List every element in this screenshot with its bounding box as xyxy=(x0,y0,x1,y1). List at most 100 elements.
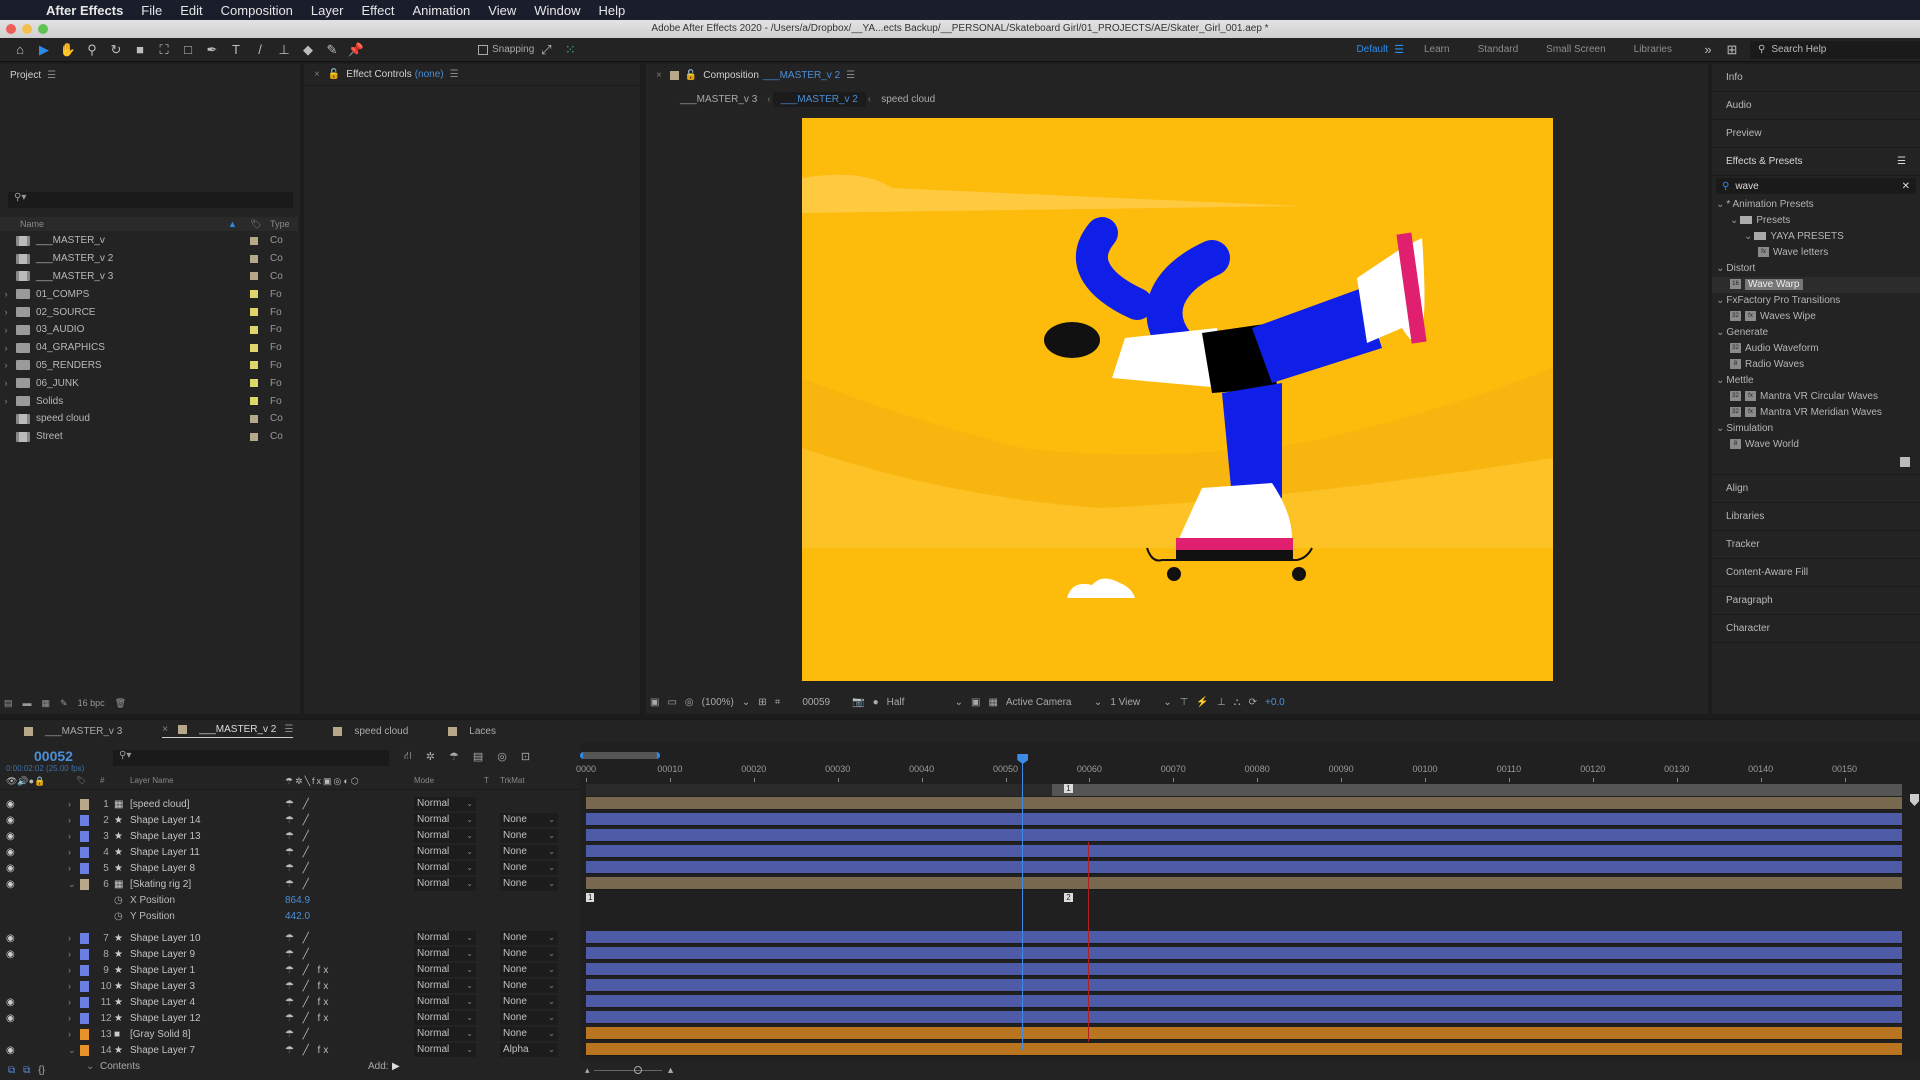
project-item[interactable]: › Solids Fo xyxy=(0,392,298,410)
toggle-transparency-icon[interactable]: ▣ xyxy=(971,697,980,708)
effects-presets-title[interactable]: Effects & Presets xyxy=(1726,148,1803,175)
workspace-small-screen[interactable]: Small Screen xyxy=(1546,44,1605,55)
layer-duration-bar[interactable] xyxy=(586,877,1902,890)
menu-help[interactable]: Help xyxy=(598,3,625,18)
label-color-swatch[interactable] xyxy=(250,361,258,370)
layer-label-swatch[interactable] xyxy=(80,1012,89,1024)
layer-duration-bar[interactable] xyxy=(586,845,1902,858)
track-matte-dropdown[interactable]: None ⌄ xyxy=(500,1027,558,1041)
expand-arrow-icon[interactable]: › xyxy=(0,343,12,353)
layer-row[interactable]: › 9 ★ Shape Layer 1 ☂ ╱ fx Normal ⌄ None ⌄ xyxy=(0,962,580,978)
motion-blur-icon[interactable]: ◎ xyxy=(497,750,507,764)
track-matte-dropdown[interactable]: None ⌄ xyxy=(500,1011,558,1025)
always-preview-icon[interactable]: ▣ xyxy=(650,697,659,708)
layer-name[interactable]: Shape Layer 13 xyxy=(130,831,201,842)
layer-name[interactable]: [Skating rig 2] xyxy=(130,879,191,890)
current-time-display[interactable]: 00052 0:00:02:02 (25.00 fps) xyxy=(6,748,84,773)
layer-name[interactable]: Shape Layer 7 xyxy=(130,1045,195,1056)
layer-duration-bar[interactable] xyxy=(586,1011,1902,1024)
track-matte-dropdown[interactable]: None ⌄ xyxy=(500,829,558,843)
project-item[interactable]: ___MASTER_v 3 Co xyxy=(0,268,298,286)
fast-previews-icon[interactable]: ⚡ xyxy=(1196,697,1208,708)
property-row[interactable]: ◷ Y Position 442.0 xyxy=(0,908,580,924)
layer-label-swatch[interactable] xyxy=(80,980,89,992)
layer-label-swatch[interactable] xyxy=(80,878,89,890)
blend-mode-dropdown[interactable]: Normal ⌄ xyxy=(414,995,476,1009)
label-color-swatch[interactable] xyxy=(250,325,258,334)
chevron-down-icon[interactable]: ⌄ xyxy=(1163,697,1171,708)
color-channels-icon[interactable]: ● xyxy=(873,697,879,708)
layer-switches[interactable]: ☂ ╱ fx xyxy=(285,1013,331,1024)
stopwatch-icon[interactable]: ◷ xyxy=(114,895,123,906)
blend-mode-dropdown[interactable]: Normal ⌄ xyxy=(414,947,476,961)
selection-tool-icon[interactable]: ▶ xyxy=(32,40,56,60)
layer-name[interactable]: Shape Layer 4 xyxy=(130,997,195,1008)
chevron-down-icon[interactable]: ⌄ xyxy=(1716,327,1724,338)
eye-icon[interactable]: ◉ xyxy=(6,847,15,858)
label-color-swatch[interactable] xyxy=(250,414,258,423)
name-column-header[interactable]: Name xyxy=(20,219,44,229)
layer-label-swatch[interactable] xyxy=(80,996,89,1008)
layer-label-swatch[interactable] xyxy=(80,830,89,842)
expand-arrow-icon[interactable]: › xyxy=(0,307,12,317)
camera-view-dropdown[interactable]: Active Camera xyxy=(1006,697,1086,708)
layer-row[interactable]: ◉ › 8 ★ Shape Layer 9 ☂ ╱ Normal ⌄ None ⌄ xyxy=(0,946,580,962)
zoom-in-icon[interactable]: ▲ xyxy=(666,1065,675,1075)
effects-tree-item[interactable]: ⌄ Simulation xyxy=(1712,421,1920,437)
blend-mode-dropdown[interactable]: Normal ⌄ xyxy=(414,877,476,891)
frame-blending-icon[interactable]: ▤ xyxy=(473,750,483,764)
expand-arrow-icon[interactable]: › xyxy=(0,289,12,299)
chevron-down-icon[interactable]: ⌄ xyxy=(1716,199,1724,210)
zoom-tool-icon[interactable]: ⚲ xyxy=(80,40,104,60)
eye-icon[interactable]: ◉ xyxy=(6,1045,15,1056)
eye-icon[interactable]: ◉ xyxy=(6,933,15,944)
eye-icon[interactable]: ◉ xyxy=(6,863,15,874)
reset-exposure-icon[interactable]: ⟳ xyxy=(1249,697,1257,708)
eye-icon[interactable]: ◉ xyxy=(6,997,15,1008)
workspace-standard[interactable]: Standard xyxy=(1478,44,1519,55)
layer-marker[interactable]: 2 xyxy=(1064,893,1073,902)
close-window-button[interactable] xyxy=(6,24,16,34)
type-tool-icon[interactable]: T xyxy=(224,40,248,60)
draft-3d-icon[interactable]: ✲ xyxy=(426,750,435,764)
layer-row[interactable]: ◉ ⌄ 6 ▦ [Skating rig 2] ☂ ╱ Normal ⌄ None ⌄ xyxy=(0,876,580,892)
menu-window[interactable]: Window xyxy=(534,3,580,18)
workspace-learn[interactable]: Learn xyxy=(1424,44,1450,55)
chevron-down-icon[interactable]: ⌄ xyxy=(1744,231,1752,242)
project-item[interactable]: › 04_GRAPHICS Fo xyxy=(0,339,298,357)
layer-switches[interactable]: ☂ ╱ fx xyxy=(285,965,331,976)
chevron-down-icon[interactable]: ⌄ xyxy=(1716,263,1724,274)
clone-stamp-tool-icon[interactable]: ⊥ xyxy=(272,40,296,60)
track-matte-dropdown[interactable]: None ⌄ xyxy=(500,995,558,1009)
project-item[interactable]: › 03_AUDIO Fo xyxy=(0,321,298,339)
layer-switches[interactable]: ☂ ╱ xyxy=(285,933,312,944)
chevron-down-icon[interactable]: ⌄ xyxy=(742,697,750,708)
interpret-footage-icon[interactable]: ▤ xyxy=(4,698,13,709)
layer-marker[interactable]: 1 xyxy=(586,893,595,902)
puppet-pin-tool-icon[interactable]: 📌 xyxy=(344,40,368,60)
label-color-swatch[interactable] xyxy=(250,272,258,281)
chevron-right-icon[interactable]: › xyxy=(68,799,71,809)
snap-option-icon[interactable]: ⤢ xyxy=(534,40,558,60)
roto-brush-tool-icon[interactable]: ✎ xyxy=(320,40,344,60)
graph-editor-icon[interactable]: ⊡ xyxy=(521,750,530,764)
project-panel-title[interactable]: Project xyxy=(10,70,41,81)
layer-row[interactable]: ◉ › 7 ★ Shape Layer 10 ☂ ╱ Normal ⌄ None ⌄ xyxy=(0,930,580,946)
blend-mode-dropdown[interactable]: Normal ⌄ xyxy=(414,813,476,827)
layer-switches[interactable]: ☂ ╱ xyxy=(285,949,312,960)
snapping-checkbox[interactable] xyxy=(478,44,488,55)
layer-duration-bar[interactable] xyxy=(586,797,1902,810)
blend-mode-dropdown[interactable]: Normal ⌄ xyxy=(414,845,476,859)
mask-visibility-icon[interactable]: ◎ xyxy=(685,697,694,708)
menu-animation[interactable]: Animation xyxy=(412,3,470,18)
layer-search-input[interactable]: ⚲▾ xyxy=(113,750,389,766)
blend-mode-dropdown[interactable]: Normal ⌄ xyxy=(414,1011,476,1025)
zoom-window-button[interactable] xyxy=(38,24,48,34)
snap-grid-icon[interactable]: ⁙ xyxy=(558,40,582,60)
menu-edit[interactable]: Edit xyxy=(180,3,202,18)
blend-mode-dropdown[interactable]: Normal ⌄ xyxy=(414,829,476,843)
project-item[interactable]: › 06_JUNK Fo xyxy=(0,374,298,392)
layer-label-swatch[interactable] xyxy=(80,814,89,826)
project-item[interactable]: ___MASTER_v 2 Co xyxy=(0,250,298,268)
effects-tree-item[interactable]: 8 Radio Waves xyxy=(1712,357,1920,373)
